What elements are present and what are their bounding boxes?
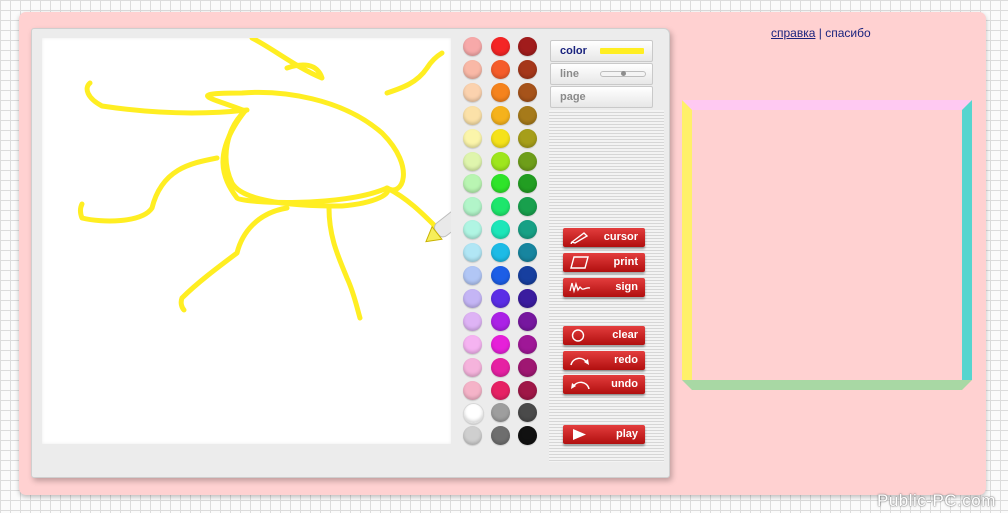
color-swatch[interactable]	[463, 174, 482, 194]
color-swatch[interactable]	[491, 128, 510, 148]
color-swatch[interactable]	[463, 37, 482, 56]
sign-button-label: sign	[615, 281, 638, 293]
preview-frame-right	[962, 100, 972, 380]
preview-frame-bottom	[682, 380, 972, 390]
watermark: Public-PC.com	[877, 491, 996, 510]
color-swatch[interactable]	[491, 311, 510, 331]
color-swatch[interactable]	[491, 37, 510, 56]
color-swatch[interactable]	[491, 426, 510, 446]
play-button[interactable]: play	[563, 425, 645, 444]
print-button-label: print	[613, 256, 638, 268]
color-swatch[interactable]	[491, 243, 510, 263]
tab-line[interactable]: line	[550, 63, 653, 85]
color-swatch[interactable]	[518, 37, 537, 56]
help-link[interactable]: справка	[771, 26, 815, 40]
color-swatch[interactable]	[463, 334, 482, 354]
color-swatch[interactable]	[518, 128, 537, 148]
thanks-link[interactable]: спасибо	[825, 26, 870, 40]
color-swatch[interactable]	[491, 197, 510, 217]
undo-button[interactable]: undo	[563, 375, 645, 394]
color-swatch[interactable]	[463, 403, 484, 425]
sun-drawing	[78, 38, 451, 321]
color-swatch[interactable]	[463, 426, 482, 446]
undo-arrow-icon	[571, 381, 590, 390]
color-swatch[interactable]	[491, 59, 510, 79]
clear-button[interactable]: clear	[563, 326, 645, 345]
cursor-button-label: cursor	[603, 231, 638, 243]
sheet-icon	[570, 256, 589, 269]
slider-knob[interactable]	[621, 71, 626, 76]
color-swatch[interactable]	[463, 311, 482, 331]
color-swatch[interactable]	[518, 105, 537, 125]
color-swatch[interactable]	[491, 105, 510, 125]
color-swatch[interactable]	[518, 243, 537, 263]
header-links: справка | спасибо	[771, 26, 871, 40]
color-swatch[interactable]	[518, 151, 537, 171]
color-swatch[interactable]	[518, 220, 537, 240]
color-swatch[interactable]	[518, 426, 537, 446]
color-swatch[interactable]	[463, 82, 482, 102]
tab-color[interactable]: color	[550, 40, 653, 62]
color-swatch[interactable]	[463, 243, 482, 263]
color-swatch[interactable]	[491, 334, 510, 354]
color-swatch[interactable]	[463, 266, 482, 285]
color-swatch[interactable]	[518, 266, 537, 285]
current-color-bar	[600, 48, 644, 54]
links-separator: |	[818, 26, 822, 40]
preview-frame-left	[682, 100, 692, 380]
preview-frame-top	[682, 100, 972, 110]
redo-arrow-icon	[570, 357, 589, 366]
color-swatch[interactable]	[518, 357, 537, 377]
signature-icon	[569, 281, 591, 294]
color-swatch[interactable]	[463, 59, 482, 79]
color-swatch[interactable]	[518, 59, 537, 79]
sign-button[interactable]: sign	[563, 278, 645, 297]
color-swatch[interactable]	[518, 82, 537, 102]
tab-line-label: line	[560, 68, 579, 80]
color-swatch[interactable]	[463, 105, 482, 125]
play-icon	[573, 429, 586, 440]
color-swatch[interactable]	[463, 128, 482, 148]
color-swatch[interactable]	[518, 174, 537, 194]
color-swatch[interactable]	[518, 311, 537, 331]
color-swatch[interactable]	[463, 220, 482, 240]
color-swatch[interactable]	[491, 220, 510, 240]
color-swatch[interactable]	[518, 403, 537, 423]
clear-button-label: clear	[612, 329, 638, 341]
color-swatch[interactable]	[518, 334, 537, 354]
color-swatch[interactable]	[463, 380, 482, 400]
line-width-slider[interactable]	[600, 71, 646, 77]
preview-area	[692, 110, 962, 380]
print-button[interactable]: print	[563, 253, 645, 272]
cursor-button[interactable]: cursor	[563, 228, 645, 247]
color-palette	[459, 33, 547, 451]
tab-page-label: page	[560, 91, 586, 103]
color-swatch[interactable]	[463, 151, 482, 171]
color-swatch[interactable]	[491, 82, 510, 102]
tab-color-label: color	[560, 45, 587, 57]
color-swatch[interactable]	[491, 174, 510, 194]
pencil-cursor-icon	[425, 180, 451, 243]
color-swatch[interactable]	[491, 266, 510, 285]
redo-button[interactable]: redo	[563, 351, 645, 370]
play-button-label: play	[615, 428, 638, 440]
drawing-canvas[interactable]	[42, 38, 451, 444]
color-swatch[interactable]	[491, 151, 510, 171]
color-swatch[interactable]	[491, 403, 510, 423]
color-swatch[interactable]	[518, 288, 537, 308]
color-swatch[interactable]	[518, 197, 537, 217]
tab-page[interactable]: page	[550, 86, 653, 108]
circle-icon	[571, 329, 585, 342]
undo-button-label: undo	[611, 378, 638, 390]
color-swatch[interactable]	[463, 197, 482, 217]
color-swatch[interactable]	[463, 357, 482, 377]
preview-frame	[682, 100, 972, 390]
redo-button-label: redo	[614, 354, 638, 366]
color-swatch[interactable]	[491, 357, 510, 377]
color-swatch[interactable]	[463, 288, 482, 308]
pencil-icon	[570, 232, 589, 244]
color-swatch[interactable]	[491, 380, 510, 400]
color-swatch[interactable]	[491, 288, 510, 308]
color-swatch[interactable]	[518, 380, 537, 400]
